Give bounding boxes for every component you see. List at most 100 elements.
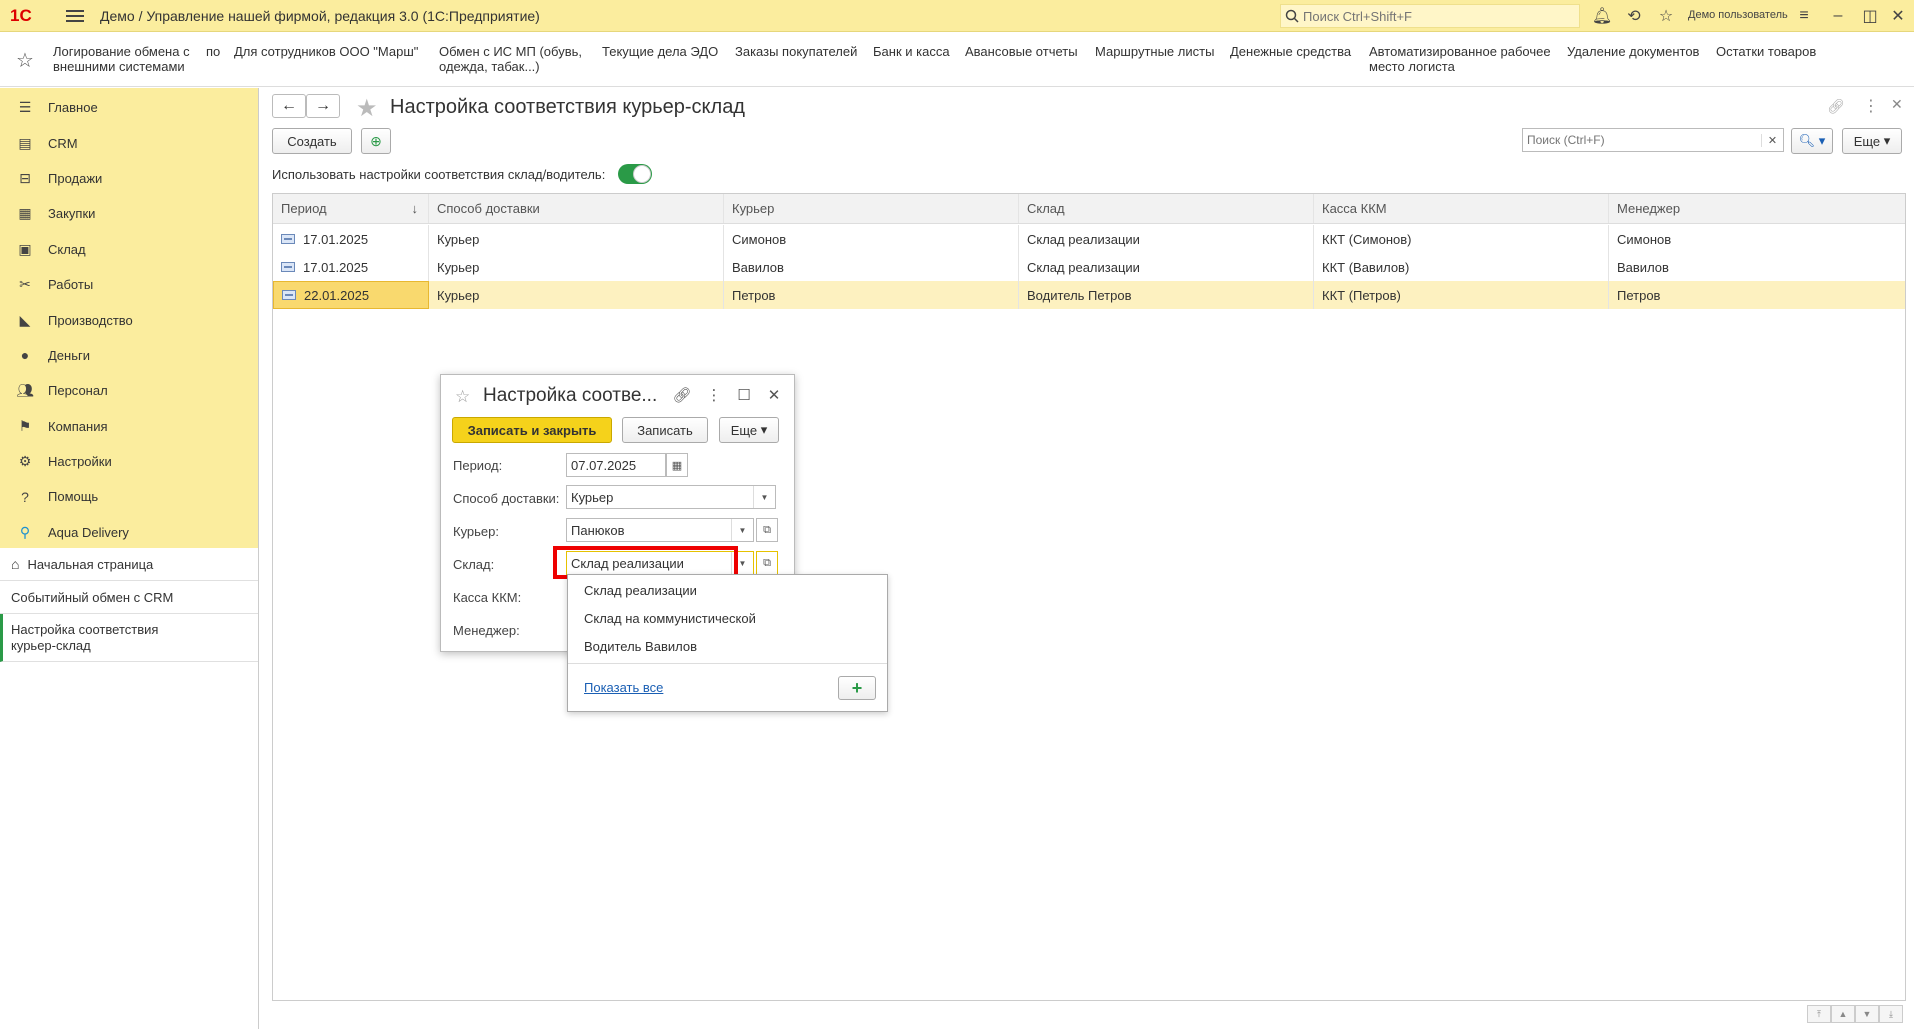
favorite-link[interactable]: Банк и касса <box>873 44 950 59</box>
delivery-field[interactable]: Курьер ▼ <box>566 485 776 509</box>
global-search-input[interactable] <box>1303 8 1563 24</box>
flag-icon: ⚑ <box>18 417 32 434</box>
table-search-input[interactable] <box>1523 133 1761 147</box>
dropdown-item[interactable]: Склад реализации <box>584 583 697 598</box>
add-copy-button[interactable]: ⊕ <box>361 128 391 154</box>
close-icon[interactable]: ✕ <box>764 385 784 405</box>
warehouse-label: Склад: <box>453 557 495 572</box>
use-settings-toggle[interactable] <box>618 164 652 184</box>
favorites-star-icon[interactable]: ☆ <box>16 48 34 73</box>
bell-icon[interactable]: 🔔︎ <box>1592 6 1612 26</box>
dropdown-item[interactable]: Водитель Вавилов <box>584 639 697 654</box>
favorite-link[interactable]: Остатки товаров <box>1716 44 1816 59</box>
favorite-star-icon[interactable]: ★ <box>356 94 378 123</box>
link-icon[interactable]: 🔗︎ <box>1827 98 1845 115</box>
clear-search-icon[interactable]: ✕ <box>1761 133 1783 147</box>
open-link-icon[interactable]: ⧉ <box>756 518 778 542</box>
calendar-icon[interactable]: ▦ <box>666 453 688 477</box>
search-button[interactable]: 🔍︎ ▾ <box>1791 128 1833 154</box>
courier-field[interactable]: Панюков ▼ <box>566 518 754 542</box>
favorite-link[interactable]: Денежные средства <box>1230 44 1351 59</box>
factory-icon: ◣ <box>19 311 31 328</box>
column-header-delivery[interactable]: Способ доставки <box>429 194 724 223</box>
manager-label: Менеджер: <box>453 623 520 638</box>
sidebar-item-warehouse[interactable]: ▣ Склад <box>0 232 258 267</box>
favorite-link[interactable]: Для сотрудников ООО "Марш" <box>234 44 418 59</box>
add-new-button[interactable]: + <box>838 676 876 700</box>
sidebar-item-settings[interactable]: ⚙ Настройки <box>0 444 258 479</box>
favorite-link[interactable]: Текущие дела ЭДО <box>602 44 718 59</box>
save-button[interactable]: Записать <box>622 417 708 443</box>
more-button[interactable]: Еще ▾ <box>1842 128 1902 154</box>
sidebar-item-company[interactable]: ⚑ Компания <box>0 409 258 444</box>
scroll-down-button[interactable]: ▼ <box>1855 1005 1879 1023</box>
title-bar: 1С Демо / Управление нашей фирмой, редак… <box>0 0 1914 32</box>
table-row[interactable]: 17.01.2025 Курьер Вавилов Склад реализац… <box>273 253 1905 281</box>
sidebar-item-sales[interactable]: ⊟ Продажи <box>0 161 258 196</box>
save-and-close-button[interactable]: Записать и закрыть <box>452 417 612 443</box>
more-vertical-icon[interactable]: ⋮ <box>704 385 724 405</box>
main-menu-button[interactable] <box>64 7 86 25</box>
sort-arrow-icon: ↓ <box>411 201 419 216</box>
favorite-star-icon[interactable]: ☆ <box>455 387 470 407</box>
maximize-icon[interactable]: ◫ <box>1860 6 1880 26</box>
sidebar-item-purchases[interactable]: ▦ Закупки <box>0 196 258 231</box>
close-page-icon[interactable]: ✕ <box>1891 96 1903 113</box>
column-header-kkm[interactable]: Касса ККМ <box>1314 194 1609 223</box>
forward-button[interactable]: → <box>306 94 340 118</box>
create-button[interactable]: Создать <box>272 128 352 154</box>
global-search[interactable] <box>1280 4 1580 28</box>
favorite-link[interactable]: Маршрутные листы <box>1095 44 1214 59</box>
table-search[interactable]: ✕ <box>1522 128 1784 152</box>
sidebar-item-personnel[interactable]: 👥︎ Персонал <box>0 373 258 408</box>
favorite-link[interactable]: Автоматизированное рабочее место логиста <box>1369 44 1559 74</box>
table-row[interactable]: 17.01.2025 Курьер Симонов Склад реализац… <box>273 225 1905 253</box>
favorite-link[interactable]: Логирование обмена с внешними системами <box>53 44 203 74</box>
table-row-selected[interactable]: 22.01.2025 Курьер Петров Водитель Петров… <box>273 281 1905 309</box>
favorite-link[interactable]: Удаление документов <box>1567 44 1699 59</box>
delivery-label: Способ доставки: <box>453 491 560 506</box>
favorite-link[interactable]: по <box>206 44 220 59</box>
open-link-icon[interactable]: ⧉ <box>756 551 778 575</box>
basket-icon: ⊟ <box>19 169 31 186</box>
open-page-home[interactable]: ⌂ Начальная страница <box>0 548 258 581</box>
back-button[interactable]: ← <box>272 94 306 118</box>
close-icon[interactable]: ✕ <box>1888 6 1908 26</box>
user-name[interactable]: Демо пользователь <box>1688 9 1788 21</box>
sidebar-item-works[interactable]: ✂ Работы <box>0 267 258 302</box>
favorite-link[interactable]: Авансовые отчеты <box>965 44 1078 59</box>
scroll-bottom-button[interactable]: ⤓ <box>1879 1005 1903 1023</box>
chevron-down-icon[interactable]: ▼ <box>731 519 753 541</box>
link-icon[interactable]: 🔗︎ <box>672 385 692 405</box>
maximize-icon[interactable]: ☐ <box>734 385 754 405</box>
favorite-link[interactable]: Обмен с ИС МП (обувь, одежда, табак...) <box>439 44 599 74</box>
dialog-more-button[interactable]: Еще ▾ <box>719 417 779 443</box>
scroll-up-button[interactable]: ▲ <box>1831 1005 1855 1023</box>
sidebar-item-help[interactable]: ? Помощь <box>0 479 258 514</box>
column-header-period[interactable]: Период ↓ <box>273 194 429 223</box>
settings-menu-icon[interactable]: ≡ <box>1794 6 1814 26</box>
sidebar-item-production[interactable]: ◣ Производство <box>0 302 258 337</box>
dropdown-item[interactable]: Склад на коммунистической <box>584 611 756 626</box>
favorite-link[interactable]: Заказы покупателей <box>735 44 857 59</box>
search-icon: 🔍︎ ▾ <box>1798 133 1826 148</box>
open-page-crm-exchange[interactable]: Событийный обмен с CRM <box>0 581 258 614</box>
open-page-courier-warehouse[interactable]: Настройка соответствия курьер-склад <box>0 614 258 662</box>
column-header-manager[interactable]: Менеджер <box>1609 194 1905 223</box>
sidebar-item-crm[interactable]: ▤ CRM <box>0 125 258 160</box>
more-vertical-icon[interactable]: ⋮ <box>1863 96 1879 116</box>
period-field[interactable]: 07.07.2025 <box>566 453 666 477</box>
scroll-top-button[interactable]: ⤒ <box>1807 1005 1831 1023</box>
sidebar: ☰ Главное ▤ CRM ⊟ Продажи ▦ Закупки ▣ Склад ✂… <box>0 88 259 1029</box>
show-all-link[interactable]: Показать все <box>584 680 663 695</box>
favorites-star-icon[interactable]: ☆ <box>1656 6 1676 26</box>
sidebar-item-main[interactable]: ☰ Главное <box>0 90 258 125</box>
sidebar-item-money[interactable]: ● Деньги <box>0 338 258 373</box>
kkm-label: Касса ККМ: <box>453 590 522 605</box>
column-header-warehouse[interactable]: Склад <box>1019 194 1314 223</box>
history-icon[interactable]: ⟲ <box>1624 6 1644 26</box>
sidebar-item-aqua-delivery[interactable]: ⚲ Aqua Delivery <box>0 515 258 550</box>
chevron-down-icon[interactable]: ▼ <box>753 486 775 508</box>
column-header-courier[interactable]: Курьер <box>724 194 1019 223</box>
minimize-icon[interactable]: – <box>1828 6 1848 26</box>
